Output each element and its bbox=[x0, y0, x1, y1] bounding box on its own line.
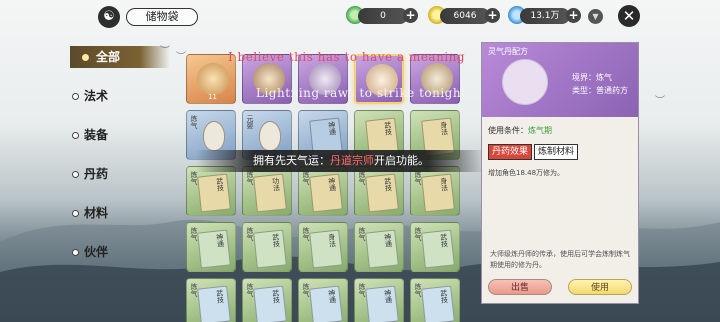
sidebar-item-all[interactable]: 全部 bbox=[70, 46, 170, 68]
overlay-caption-red: I believe this has to have a meaning bbox=[228, 50, 466, 64]
inventory-slot[interactable]: 炼气 功法 bbox=[242, 166, 292, 216]
inventory-slot[interactable]: 炼气 武技 bbox=[242, 278, 292, 322]
inventory-slot[interactable]: 炼气 武技 bbox=[186, 278, 236, 322]
inventory-slot[interactable]: 炼气 武技 bbox=[242, 222, 292, 272]
inventory-slot[interactable]: 炼气 武技 bbox=[410, 222, 460, 272]
scroll-icon bbox=[197, 63, 229, 95]
overlay-caption-white: Lightning raws to strike tonight bbox=[256, 86, 467, 100]
ring-icon bbox=[72, 132, 79, 139]
inventory-slot[interactable]: 炼气 身法 bbox=[410, 166, 460, 216]
book-icon: 神通 bbox=[365, 285, 399, 322]
sell-button[interactable]: 出售 bbox=[488, 279, 552, 295]
category-sidebar: 全部 法术 装备 丹药 材料 伙伴 bbox=[70, 46, 170, 280]
sidebar-item-companions[interactable]: 伙伴 bbox=[70, 241, 170, 263]
book-icon: 功法 bbox=[253, 173, 287, 213]
recipe-scroll-icon bbox=[502, 59, 548, 105]
ring-icon bbox=[72, 210, 79, 217]
effect-text: 增加角色18.48万修为。 bbox=[488, 169, 565, 177]
item-name: 灵气丹配方 bbox=[488, 47, 528, 56]
inventory-slot[interactable]: 炼气 武技 bbox=[354, 166, 404, 216]
book-icon: 武技 bbox=[253, 229, 287, 269]
inventory-slot[interactable]: 炼气 神通 bbox=[354, 278, 404, 322]
gourd-icon bbox=[203, 121, 225, 151]
book-icon: 武技 bbox=[421, 285, 455, 322]
item-meta: 境界：炼气 类型：普通药方 bbox=[572, 73, 628, 95]
jade-count: 0 bbox=[358, 8, 408, 24]
inventory-slot[interactable]: 炼气 神通 bbox=[186, 222, 236, 272]
inventory-slot[interactable]: 炼气 神通 bbox=[354, 222, 404, 272]
add-spirit-button[interactable]: + bbox=[566, 8, 581, 23]
item-detail-panel: 灵气丹配方 境界：炼气 类型：普通药方 使用条件：炼气期 丹药效果 炼制材料 增加… bbox=[481, 42, 639, 304]
unlock-banner: 拥有先天气运：丹道宗师开启功能。 bbox=[196, 150, 486, 172]
add-jade-button[interactable]: + bbox=[403, 8, 418, 23]
use-button[interactable]: 使用 bbox=[568, 279, 632, 295]
bird-icon: ︶ bbox=[655, 96, 665, 107]
book-icon: 武技 bbox=[253, 285, 287, 322]
tab-materials[interactable]: 炼制材料 bbox=[534, 144, 579, 160]
detail-tabs: 丹药效果 炼制材料 bbox=[488, 144, 632, 160]
gold-count: 6046 bbox=[440, 8, 490, 24]
inventory-slot[interactable]: 炼气 神通 bbox=[298, 166, 348, 216]
book-icon: 神通 bbox=[365, 229, 399, 269]
item-count: 11 bbox=[208, 93, 217, 101]
inventory-slot[interactable]: 炼气 身法 bbox=[298, 222, 348, 272]
add-gold-button[interactable]: + bbox=[485, 8, 500, 23]
book-icon: 身法 bbox=[309, 229, 343, 269]
ring-icon bbox=[72, 93, 79, 100]
book-icon: 武技 bbox=[421, 229, 455, 269]
item-detail-header: 灵气丹配方 境界：炼气 类型：普通药方 bbox=[482, 43, 638, 117]
gourd-icon bbox=[259, 121, 281, 151]
spirit-count: 13.1万 bbox=[520, 8, 570, 24]
sidebar-item-materials[interactable]: 材料 bbox=[70, 202, 170, 224]
book-icon: 武技 bbox=[197, 173, 231, 213]
book-icon: 武技 bbox=[365, 173, 399, 213]
close-icon[interactable]: ✕ bbox=[618, 5, 640, 27]
use-condition: 使用条件：炼气期 bbox=[488, 126, 552, 135]
book-icon: 身法 bbox=[421, 173, 455, 213]
sidebar-item-spells[interactable]: 法术 bbox=[70, 85, 170, 107]
ring-icon bbox=[82, 54, 89, 61]
book-icon: 神通 bbox=[309, 285, 343, 322]
ink-face-icon: ☯ bbox=[98, 6, 120, 28]
inventory-slot[interactable]: 炼气 神通 bbox=[298, 278, 348, 322]
book-icon: 神通 bbox=[197, 229, 231, 269]
top-bar: ☯ 储物袋 0 + 6046 + 13.1万 + ▼ ✕ bbox=[0, 0, 720, 34]
item-tag: 炼气 bbox=[190, 115, 198, 129]
item-detail-body: 使用条件：炼气期 丹药效果 炼制材料 增加角色18.48万修为。 bbox=[482, 117, 638, 184]
sidebar-item-pills[interactable]: 丹药 bbox=[70, 163, 170, 185]
chevron-down-icon[interactable]: ▼ bbox=[588, 9, 603, 24]
bird-icon: ︶ bbox=[176, 52, 186, 63]
item-description: 大师级炼丹师的传承，使用后可学会炼制炼气期使用的修为丹。 bbox=[490, 250, 630, 269]
ring-icon bbox=[72, 249, 79, 256]
inventory-slot[interactable]: 炼气 武技 bbox=[410, 278, 460, 322]
book-icon: 神通 bbox=[309, 173, 343, 213]
book-icon: 武技 bbox=[197, 285, 231, 322]
inventory-slot[interactable]: 炼气 武技 bbox=[186, 166, 236, 216]
sidebar-item-equipment[interactable]: 装备 bbox=[70, 124, 170, 146]
item-tag: 元婴 bbox=[246, 115, 254, 129]
page-title: 储物袋 bbox=[126, 8, 198, 26]
ring-icon bbox=[72, 171, 79, 178]
tab-pill-effect[interactable]: 丹药效果 bbox=[488, 144, 533, 160]
